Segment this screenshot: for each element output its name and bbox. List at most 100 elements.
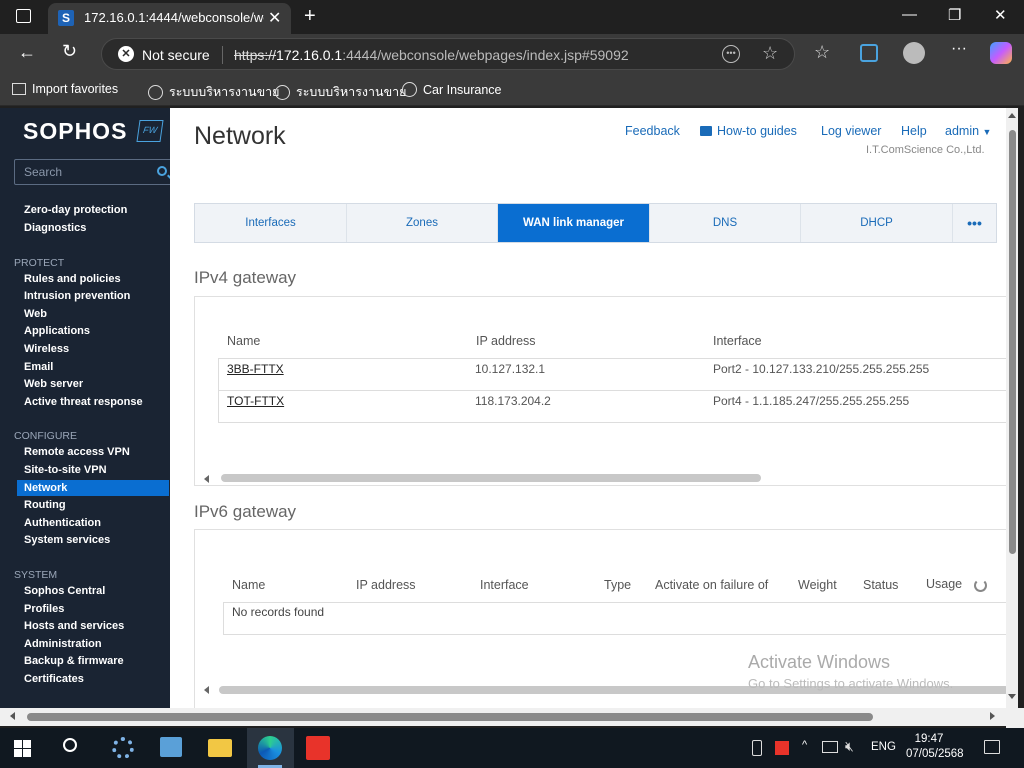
tray-language[interactable]: ENG [871,741,896,753]
notification-icon[interactable] [984,740,1000,754]
sidebar-item-atr[interactable]: Active threat response [24,396,143,408]
fav-import[interactable]: Import favorites [12,82,118,96]
fav-sales-1[interactable]: ระบบบริหารงานขาย [148,82,279,102]
tab-wan-link-manager[interactable]: WAN link manager [498,204,650,242]
feedback-link[interactable]: Feedback [625,124,680,138]
sidebar-item-network[interactable]: Network [24,482,67,494]
ipv4-scroll-left-icon[interactable] [204,475,209,483]
sidebar-item-ips[interactable]: Intrusion prevention [24,290,130,302]
sidebar-item-rules[interactable]: Rules and policies [24,273,121,285]
ipv4-row-2-name[interactable]: TOT-FTTX [227,394,284,408]
sidebar-item-applications[interactable]: Applications [24,325,90,337]
tab-title: 172.16.0.1:4444/webconsole/web [84,10,264,25]
taskbar-clock[interactable]: 19:47 07/05/2568 [906,733,964,760]
sidebar-item-system-services[interactable]: System services [24,534,110,546]
page-scroll-down-icon[interactable] [1008,694,1016,699]
log-viewer-link[interactable]: Log viewer [821,124,881,138]
ipv4-hscrollbar[interactable] [221,474,761,482]
fav-car-insurance[interactable]: Car Insurance [402,82,502,97]
sidebar-item-sophos-central[interactable]: Sophos Central [24,585,105,597]
ipv6-col-interface: Interface [480,578,529,592]
new-tab-icon[interactable]: + [304,5,316,28]
fav-sales-2[interactable]: ระบบบริหารงานขาย [275,82,406,102]
settings-gear-icon[interactable] [112,737,134,759]
close-window-icon[interactable]: ✕ [994,6,1007,24]
sidebar-item-certificates[interactable]: Certificates [24,673,84,685]
refresh-icon[interactable]: ↻ [62,41,77,62]
page-hscroll-thumb[interactable] [27,713,873,721]
sophos-logo: SOPHOS [23,118,128,144]
windows-start-icon[interactable] [14,740,31,757]
favorites-icon[interactable]: ☆ [814,42,830,63]
tray-anydesk-icon[interactable] [775,741,789,755]
back-icon[interactable]: ← [18,42,36,63]
sidebar-item-remote-vpn[interactable]: Remote access VPN [24,446,130,458]
tray-volume-muted-icon[interactable]: 🔇︎ [845,738,854,755]
sidebar-item-profiles[interactable]: Profiles [24,603,64,615]
control-panel-icon[interactable] [160,737,182,757]
tray-phone-icon[interactable] [752,740,762,756]
ipv6-col-status: Status [863,578,899,592]
search-input[interactable] [15,160,145,184]
edge-app-icon[interactable] [860,44,878,62]
copilot-icon[interactable] [990,42,1012,64]
tray-network-icon[interactable] [822,741,838,753]
page-scroll-left-icon[interactable] [10,712,15,720]
sidebar-item-zero-day[interactable]: Zero-day protection [24,204,127,216]
sidebar-item-routing[interactable]: Routing [24,499,66,511]
sidebar-item-wireless[interactable]: Wireless [24,343,69,355]
sidebar-item-administration[interactable]: Administration [24,638,102,650]
refresh-usage-icon[interactable] [974,579,987,592]
favorite-star-icon[interactable]: ☆ [762,43,778,64]
sidebar-search[interactable] [14,159,174,185]
tab-dns[interactable]: DNS [650,204,801,242]
tab-actions-icon[interactable] [16,9,31,23]
globe-icon [275,84,290,100]
sidebar-item-hosts[interactable]: Hosts and services [24,620,124,632]
tab-interfaces[interactable]: Interfaces [195,204,347,242]
help-link[interactable]: Help [901,124,927,138]
edge-browser-icon[interactable] [258,736,282,760]
sidebar-item-web[interactable]: Web [24,308,47,320]
profile-avatar-icon[interactable] [903,42,925,64]
section-configure: CONFIGURE [14,430,77,442]
sidebar-item-s2s-vpn[interactable]: Site-to-site VPN [24,464,107,476]
ipv6-scroll-left-icon[interactable] [204,686,209,694]
minimize-icon[interactable]: — [902,6,917,23]
anydesk-icon[interactable] [306,736,330,760]
sidebar-item-backup[interactable]: Backup & firmware [24,655,124,667]
tab-dhcp[interactable]: DHCP [801,204,953,242]
ipv4-col-name: Name [227,334,261,348]
ipv4-panel: Name IP address Interface 3BB-FTTX 10.12… [194,296,1006,486]
ipv4-row-1-name[interactable]: 3BB-FTTX [227,362,284,376]
tray-chevron-up-icon[interactable]: ^ [802,739,807,751]
not-secure-label[interactable]: Not secure [142,47,210,63]
url-text[interactable]: https://172.16.0.1:4444/webconsole/webpa… [234,47,629,63]
url-bar[interactable]: ✕ Not secure https://172.16.0.1:4444/web… [101,38,795,70]
howto-guides-link[interactable]: How-to guides [717,124,797,138]
sidebar-item-authentication[interactable]: Authentication [24,517,101,529]
ipv6-section-title: IPv6 gateway [194,502,297,521]
ipv6-col-usage: Usage [926,577,963,591]
restore-icon[interactable]: ❐ [948,6,961,24]
browser-tab[interactable]: S 172.16.0.1:4444/webconsole/web ✕ [48,3,291,34]
search-icon[interactable] [157,166,167,176]
tab-zones[interactable]: Zones [347,204,498,242]
ipv4-row-1-interface: Port2 - 10.127.133.210/255.255.255.255 [713,362,930,376]
admin-label: admin [945,124,980,138]
file-explorer-icon[interactable] [208,739,232,757]
close-tab-icon[interactable]: ✕ [268,8,281,28]
sidebar-item-diagnostics[interactable]: Diagnostics [24,222,86,234]
ipv6-empty-text: No records found [232,605,325,619]
sidebar-item-email[interactable]: Email [24,361,53,373]
sidebar-item-web-server[interactable]: Web server [24,378,83,390]
search-icon[interactable] [60,735,80,755]
page-scroll-up-icon[interactable] [1008,113,1016,118]
more-menu-icon[interactable]: ··· [951,40,967,58]
page-vscroll-thumb[interactable] [1009,130,1016,554]
read-mode-icon[interactable]: ••• [722,45,740,63]
admin-menu[interactable]: admin ▼ [945,124,991,138]
tab-more[interactable]: ••• [953,204,996,242]
not-secure-icon[interactable]: ✕ [118,46,134,62]
page-scroll-right-icon[interactable] [990,712,995,720]
